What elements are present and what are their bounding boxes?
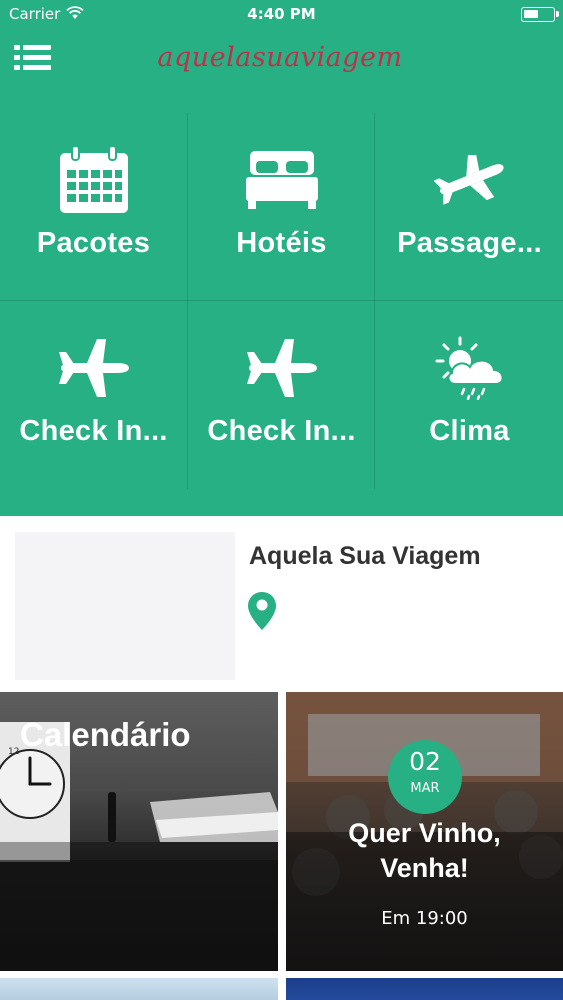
tile-label: Hotéis bbox=[236, 227, 327, 259]
event-month: MAR bbox=[410, 781, 440, 796]
clock-label: 4:40 PM bbox=[247, 5, 316, 23]
tile-hoteis[interactable]: Hotéis bbox=[188, 113, 375, 301]
app-screen: Carrier 4:40 PM aquelasuaviagem Pacotes … bbox=[0, 0, 563, 1000]
calendar-card-title: Calendário bbox=[20, 716, 191, 753]
profile-image-placeholder bbox=[15, 532, 235, 680]
tile-check-in-1[interactable]: Check In... bbox=[0, 301, 187, 489]
menu-grid: Pacotes Hotéis Passage... Check In... Ch… bbox=[0, 113, 563, 489]
event-day: 02 bbox=[409, 747, 441, 776]
calendar-card[interactable]: 12 Calendário bbox=[0, 692, 278, 971]
profile-name: Aquela Sua Viagem bbox=[249, 542, 481, 570]
next-card-right[interactable] bbox=[286, 978, 563, 1000]
tile-passagens[interactable]: Passage... bbox=[376, 113, 563, 301]
status-bar: Carrier 4:40 PM bbox=[0, 0, 563, 30]
tile-pacotes[interactable]: Pacotes bbox=[0, 113, 187, 301]
tile-label: Check In... bbox=[207, 415, 356, 447]
next-card-left[interactable] bbox=[0, 978, 278, 1000]
tile-label: Pacotes bbox=[36, 227, 151, 259]
event-card[interactable]: 02 MAR Quer Vinho, Venha! Em 19:00 bbox=[286, 692, 563, 971]
calendar-icon bbox=[0, 145, 187, 215]
airplane-icon bbox=[0, 333, 187, 403]
event-title-line1: Quer Vinho, bbox=[348, 818, 501, 848]
airplane-icon bbox=[188, 333, 375, 403]
brand-logo: aquelasuaviagem bbox=[157, 42, 403, 73]
bed-icon bbox=[188, 145, 375, 215]
weather-icon bbox=[376, 333, 563, 403]
map-pin-icon[interactable] bbox=[248, 592, 276, 634]
svg-text:12: 12 bbox=[8, 747, 19, 757]
event-title-line2: Venha! bbox=[380, 853, 469, 883]
tile-check-in-2[interactable]: Check In... bbox=[188, 301, 375, 489]
tile-label: Clima bbox=[429, 415, 510, 447]
event-title: Quer Vinho, Venha! bbox=[286, 816, 563, 886]
menu-list-icon[interactable] bbox=[14, 42, 54, 74]
event-date-badge: 02 MAR bbox=[388, 740, 462, 814]
tile-label: Check In... bbox=[19, 415, 168, 447]
tile-label: Passage... bbox=[397, 227, 542, 259]
event-time: Em 19:00 bbox=[381, 908, 468, 929]
airplane-icon bbox=[376, 145, 563, 215]
tile-clima[interactable]: Clima bbox=[376, 301, 563, 489]
profile-card[interactable]: Aquela Sua Viagem bbox=[0, 516, 563, 692]
battery-icon bbox=[521, 7, 559, 22]
